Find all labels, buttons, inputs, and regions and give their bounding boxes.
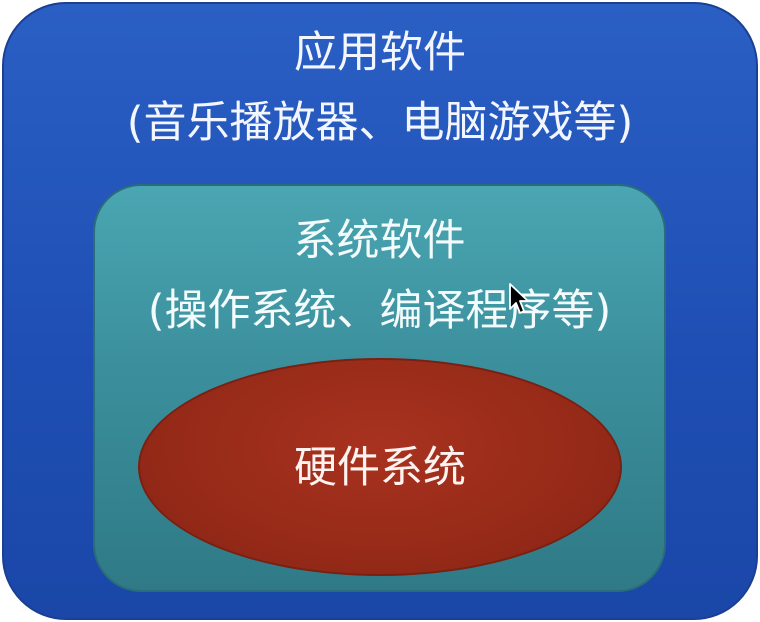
application-software-title: 应用软件 (294, 28, 466, 78)
system-software-title: 系统软件 (293, 216, 466, 266)
hardware-system-layer: 硬件系统 (138, 358, 622, 576)
application-software-examples: (音乐播放器、电脑游戏等) (126, 98, 634, 148)
system-software-examples: (操作系统、编译程序等) (147, 286, 612, 336)
hardware-system-title: 硬件系统 (294, 443, 466, 493)
mouse-pointer-icon (509, 283, 529, 314)
